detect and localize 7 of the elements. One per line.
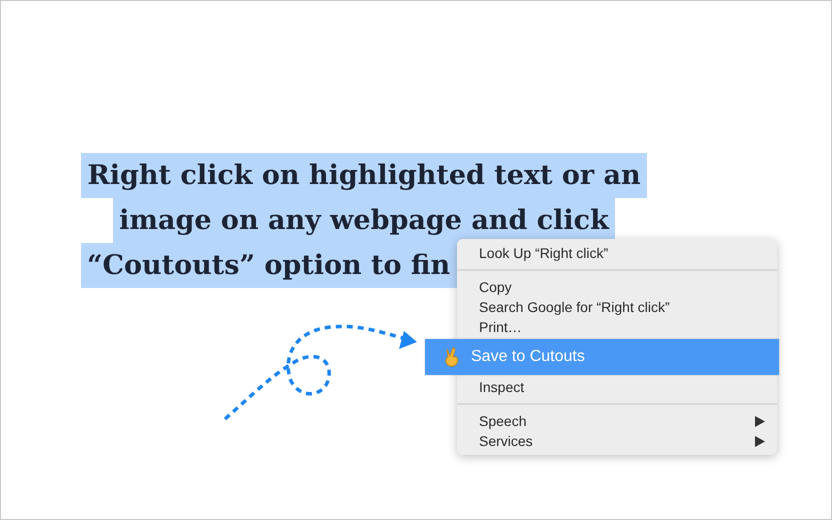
menu-item[interactable]: Inspect <box>457 377 777 397</box>
menu-item[interactable]: Services <box>457 431 777 451</box>
menu-item[interactable]: Speech <box>457 411 777 431</box>
headline-text: Right click on highlighted text or an <box>81 153 647 198</box>
menu-item[interactable]: Print… <box>457 317 777 337</box>
headline-text: image on any webpage and click <box>113 198 615 243</box>
menu-item[interactable]: Search Google for “Right click” <box>457 297 777 317</box>
